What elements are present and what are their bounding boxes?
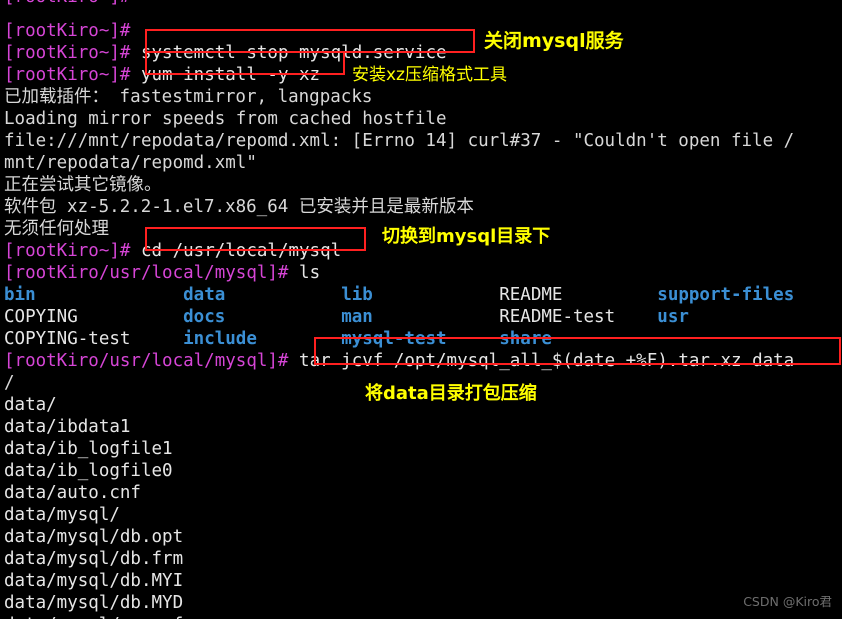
terminal-line-nothing-to-do: 无须任何处理	[4, 219, 109, 239]
terminal-line-ls: [rootKiro/usr/local/mysql]# ls	[4, 262, 320, 284]
command-ls: ls	[299, 263, 321, 283]
ls-entry-file: COPYING-test	[4, 329, 131, 349]
csdn-watermark: CSDN @Kiro君	[743, 594, 832, 609]
ls-entry-directory: lib	[341, 285, 373, 305]
annotation-cd-mysql: 切换到mysql目录下	[382, 226, 551, 247]
command-yum-install: yum install -y xz	[140, 65, 321, 85]
ls-entry-file: README	[499, 285, 563, 305]
terminal-line-tar-wrap: /	[4, 373, 15, 393]
tar-output-line: data/mysql/db.MYI	[4, 571, 184, 591]
shell-prompt: [rootKiro~]#	[4, 65, 131, 85]
annotation-tar-data: 将data目录打包压缩	[365, 383, 537, 404]
terminal-line-trying-other-mirrors: 正在尝试其它镜像。	[4, 175, 162, 195]
tar-output-line: data/mysql/db.opt	[4, 527, 184, 547]
shell-prompt-long: [rootKiro/usr/local/mysql]#	[4, 263, 289, 283]
tar-output-line: data/ib_logfile1	[4, 439, 173, 459]
ls-entry-directory: usr	[657, 307, 689, 327]
ls-entry-file: COPYING	[4, 307, 78, 327]
terminal-line-plugins-loaded: 已加载插件： fastestmirror, langpacks	[4, 87, 373, 107]
terminal-line-tar: [rootKiro/usr/local/mysql]# tar jcvf /op…	[4, 350, 794, 372]
tar-output-line: data/mysql/	[4, 505, 120, 525]
tar-output-line: data/mysql/db.MYD	[4, 593, 184, 613]
annotation-stop-mysql: 关闭mysql服务	[484, 30, 624, 52]
terminal-line-mirror-speeds: Loading mirror speeds from cached hostfi…	[4, 109, 447, 129]
ls-output-row: bin data lib README support-files	[4, 284, 794, 306]
ls-entry-directory: mysql-test	[341, 329, 447, 349]
shell-prompt: [rootKiro~]#	[4, 43, 131, 63]
terminal-window[interactable]: [rootKiro~]# [rootKiro~]# [rootKiro~]# s…	[0, 0, 842, 619]
annotation-install-xz: 安装xz压缩格式工具	[352, 65, 507, 85]
ls-output-row: COPYING-test include mysql-test share	[4, 328, 552, 350]
terminal-line-package-uptodate: 软件包 xz-5.2.2-1.el7.x86_64 已安装并且是最新版本	[4, 197, 474, 217]
ls-entry-file: README-test	[499, 307, 616, 327]
command-systemctl-stop: systemctl stop mysqld.service	[140, 43, 447, 63]
ls-entry-directory: support-files	[657, 285, 795, 305]
terminal-line-prompt-empty: [rootKiro~]#	[4, 20, 130, 42]
shell-prompt: [rootKiro~]#	[4, 21, 131, 41]
command-tar-compress: tar jcvf /opt/mysql_all_$(date +%F).tar.…	[299, 351, 795, 371]
tar-output-line: data/mysql/db.frm	[4, 549, 184, 569]
ls-entry-directory: include	[183, 329, 257, 349]
tar-output-line: data/ib_logfile0	[4, 461, 173, 481]
ls-entry-directory: bin	[4, 285, 36, 305]
terminal-line-repo-error: file:///mnt/repodata/repomd.xml: [Errno …	[4, 131, 795, 151]
ls-entry-directory: man	[341, 307, 373, 327]
tar-output-line: data/mysql/user.frm	[4, 614, 204, 619]
ls-entry-directory: data	[183, 285, 226, 305]
clipped-text: [rootKiro~]#	[4, 0, 130, 7]
shell-prompt-long: [rootKiro/usr/local/mysql]#	[4, 351, 289, 371]
shell-prompt: [rootKiro~]#	[4, 241, 131, 261]
terminal-line-yum-install: [rootKiro~]# yum install -y xz	[4, 64, 320, 86]
tar-output-line: data/auto.cnf	[4, 483, 141, 503]
terminal-line-repo-error-wrap: mnt/repodata/repomd.xml"	[4, 153, 257, 173]
terminal-line-systemctl: [rootKiro~]# systemctl stop mysqld.servi…	[4, 42, 447, 64]
ls-entry-directory: docs	[183, 307, 226, 327]
terminal-line-clipped: [rootKiro~]#	[4, 0, 130, 8]
command-cd-mysql: cd /usr/local/mysql	[140, 241, 342, 261]
tar-output-line: data/ibdata1	[4, 417, 131, 437]
ls-output-row: COPYING docs man README-test usr	[4, 306, 689, 328]
ls-entry-directory: share	[499, 329, 552, 349]
tar-output-line: data/	[4, 395, 57, 415]
terminal-line-cd: [rootKiro~]# cd /usr/local/mysql	[4, 240, 341, 262]
